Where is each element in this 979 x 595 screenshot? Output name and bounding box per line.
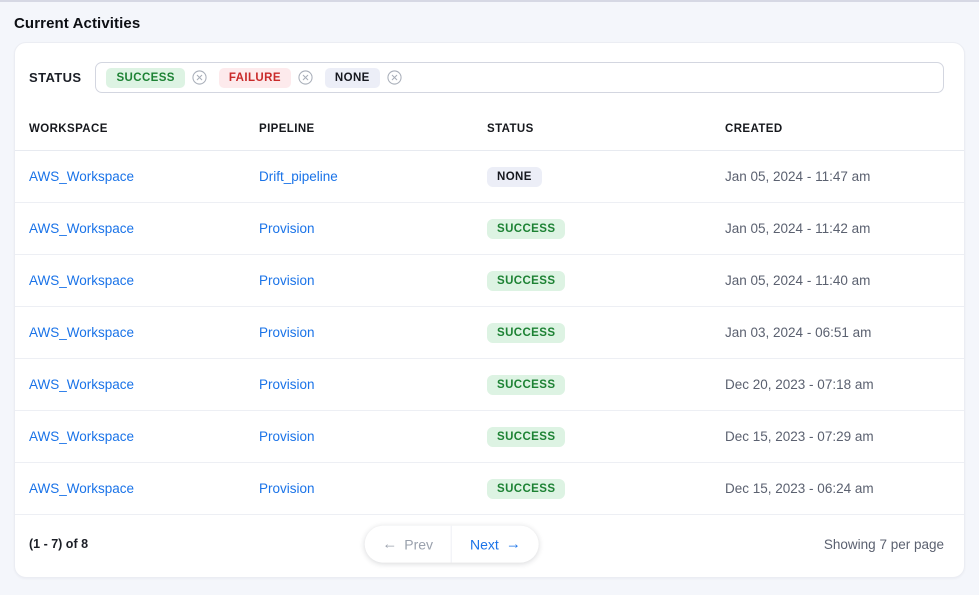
next-button-label: Next [470, 536, 499, 552]
status-filter-input[interactable]: SUCCESS FAILURE NONE [95, 62, 944, 93]
workspace-link[interactable]: AWS_Workspace [29, 325, 134, 340]
status-badge: NONE [487, 167, 542, 187]
remove-tag-success-icon[interactable] [192, 70, 207, 85]
status-filter-row: STATUS SUCCESS FAILURE NONE [15, 43, 964, 107]
created-timestamp: Jan 05, 2024 - 11:42 am [725, 221, 964, 236]
filter-tag-none: NONE [325, 68, 380, 88]
column-header-status: STATUS [487, 123, 725, 135]
prev-button[interactable]: ← Prev [364, 526, 452, 563]
status-filter-label: STATUS [29, 70, 81, 85]
status-badge: SUCCESS [487, 479, 565, 499]
created-timestamp: Jan 03, 2024 - 06:51 am [725, 325, 964, 340]
pipeline-link[interactable]: Provision [259, 481, 315, 496]
created-timestamp: Jan 05, 2024 - 11:40 am [725, 273, 964, 288]
status-badge: SUCCESS [487, 219, 565, 239]
table-row: AWS_Workspace Provision SUCCESS Dec 15, … [15, 411, 964, 463]
status-badge: SUCCESS [487, 375, 565, 395]
remove-tag-failure-icon[interactable] [298, 70, 313, 85]
workspace-link[interactable]: AWS_Workspace [29, 273, 134, 288]
table-row: AWS_Workspace Provision SUCCESS Jan 03, … [15, 307, 964, 359]
pagination-footer: (1 - 7) of 8 ← Prev Next → Showing 7 per… [15, 515, 964, 577]
created-timestamp: Dec 20, 2023 - 07:18 am [725, 377, 964, 392]
remove-tag-none-icon[interactable] [387, 70, 402, 85]
pipeline-link[interactable]: Provision [259, 325, 315, 340]
pipeline-link[interactable]: Provision [259, 429, 315, 444]
pipeline-link[interactable]: Provision [259, 377, 315, 392]
workspace-link[interactable]: AWS_Workspace [29, 169, 134, 184]
table-row: AWS_Workspace Provision SUCCESS Jan 05, … [15, 255, 964, 307]
workspace-link[interactable]: AWS_Workspace [29, 481, 134, 496]
prev-button-label: Prev [404, 536, 433, 552]
column-header-pipeline: PIPELINE [259, 123, 487, 135]
table-row: AWS_Workspace Provision SUCCESS Jan 05, … [15, 203, 964, 255]
table-header: WORKSPACE PIPELINE STATUS CREATED [15, 107, 964, 151]
per-page-text: Showing 7 per page [824, 537, 944, 552]
workspace-link[interactable]: AWS_Workspace [29, 377, 134, 392]
workspace-link[interactable]: AWS_Workspace [29, 429, 134, 444]
column-header-workspace: WORKSPACE [29, 123, 259, 135]
created-timestamp: Dec 15, 2023 - 07:29 am [725, 429, 964, 444]
created-timestamp: Jan 05, 2024 - 11:47 am [725, 169, 964, 184]
activities-card: STATUS SUCCESS FAILURE NONE WORKSPACE PI… [14, 42, 965, 578]
status-badge: SUCCESS [487, 427, 565, 447]
filter-tag-success: SUCCESS [106, 68, 184, 88]
pipeline-link[interactable]: Provision [259, 221, 315, 236]
table-row: AWS_Workspace Provision SUCCESS Dec 15, … [15, 463, 964, 515]
column-header-created: CREATED [725, 123, 964, 135]
arrow-right-icon: → [506, 537, 521, 552]
pipeline-link[interactable]: Drift_pipeline [259, 169, 338, 184]
page-title: Current Activities [0, 2, 979, 32]
status-badge: SUCCESS [487, 323, 565, 343]
workspace-link[interactable]: AWS_Workspace [29, 221, 134, 236]
filter-tag-failure: FAILURE [219, 68, 291, 88]
pager-control: ← Prev Next → [364, 526, 539, 563]
arrow-left-icon: ← [382, 537, 397, 552]
created-timestamp: Dec 15, 2023 - 06:24 am [725, 481, 964, 496]
next-button[interactable]: Next → [452, 526, 539, 563]
pipeline-link[interactable]: Provision [259, 273, 315, 288]
table-row: AWS_Workspace Drift_pipeline NONE Jan 05… [15, 151, 964, 203]
table-row: AWS_Workspace Provision SUCCESS Dec 20, … [15, 359, 964, 411]
pagination-range: (1 - 7) of 8 [29, 537, 88, 551]
status-badge: SUCCESS [487, 271, 565, 291]
